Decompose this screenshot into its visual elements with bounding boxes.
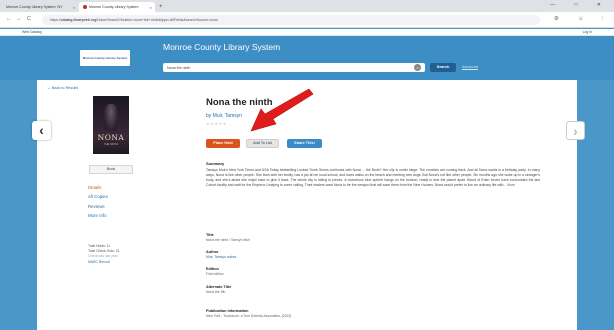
search-input[interactable]	[163, 63, 425, 72]
browser-tab-1[interactable]: Monroe County Library System, NY ×	[2, 2, 78, 12]
tab-title: Monroe County Library System, NY	[6, 5, 63, 9]
field-value: Nona the ninth / Tamsyn Muir	[206, 237, 251, 242]
usage-stats: Total Holds: 11 Total Check Outs: 21 Che…	[88, 244, 119, 265]
back-arrow-icon[interactable]: ←	[6, 16, 12, 22]
summary-section: Summary Tamsyn Muir's New York Times and…	[206, 161, 540, 188]
window-controls[interactable]: — □ ✕	[550, 2, 610, 8]
share-button[interactable]: Share This!	[287, 139, 322, 148]
browser-tab-bar: Monroe County Library System, NY × Monro…	[0, 0, 614, 12]
address-bar: ← → C https://catalog.libraryweb.org/Uni…	[0, 12, 614, 28]
book-cover[interactable]: NONA THE NINTH	[93, 96, 129, 154]
library-logo[interactable]: Monroe County Library System	[80, 50, 130, 66]
site-header: Monroe County Library System Monroe Coun…	[0, 36, 614, 80]
summary-heading: Summary	[206, 161, 225, 166]
field-label: Alternate Title	[206, 285, 232, 289]
close-tab-icon[interactable]: ×	[150, 5, 152, 10]
close-tab-icon[interactable]: ×	[73, 5, 75, 10]
favicon-icon	[83, 5, 87, 9]
field-label: Author	[206, 250, 219, 254]
advanced-search-link[interactable]: Advanced	[462, 65, 478, 69]
rating-stars[interactable]: ★★★★★	[206, 121, 227, 126]
add-to-list-button[interactable]: Add To List	[246, 139, 279, 148]
record-side-nav: Details All Copies Reviews More Info	[88, 185, 108, 222]
field-value: First edition	[206, 271, 224, 276]
field-author: Author Muir, Tamsyn author	[206, 250, 236, 259]
format-button[interactable]: Book	[89, 165, 133, 174]
forward-arrow-icon[interactable]: →	[16, 16, 22, 22]
search-button[interactable]: Search	[430, 63, 456, 72]
marc-record-link[interactable]: MARC Record	[88, 260, 119, 265]
field-alternate-title: Alternate Title Nona the 9th	[206, 285, 231, 294]
extensions-icon[interactable]: ⚙	[554, 16, 559, 22]
cover-figure	[104, 104, 118, 131]
bookmark-web-catalog[interactable]: Web Catalog	[22, 30, 42, 34]
nav-all-copies[interactable]: All Copies	[88, 194, 108, 199]
new-tab-button[interactable]: +	[156, 4, 167, 12]
profile-icon[interactable]: ☺	[578, 16, 584, 22]
url-path: /Union/Search?lookfor=nona+the+ninth&typ…	[95, 18, 218, 22]
url-domain: catalog.libraryweb.org	[60, 18, 96, 22]
reload-icon[interactable]: C	[27, 16, 31, 22]
previous-record-button[interactable]: ‹	[32, 121, 51, 140]
cover-subtitle: THE NINTH	[104, 143, 118, 146]
field-label: Title	[206, 233, 214, 237]
stats-subtext: Checkouts last year	[88, 254, 118, 259]
tab-title: Monroe County Library System	[89, 5, 139, 9]
back-to-results-link[interactable]: ← Back to Results	[47, 86, 78, 90]
field-label: Publication Information	[206, 309, 249, 313]
field-value-link[interactable]: Muir, Tamsyn author	[206, 255, 236, 259]
field-value: Nona the 9th	[206, 289, 226, 294]
field-publication-info: Publication Information New York : Tordo…	[206, 309, 291, 318]
annotation-arrow-icon	[250, 88, 314, 132]
field-value: New York : Tordotcom, a Tom Doherty Asso…	[206, 313, 292, 318]
author-link[interactable]: by Muir, Tamsyn	[206, 113, 242, 119]
field-edition: Edition First edition	[206, 267, 224, 276]
menu-icon[interactable]: ⋮	[600, 16, 606, 22]
next-record-button[interactable]: ›	[566, 121, 585, 140]
login-link[interactable]: Log In	[583, 30, 592, 34]
field-label: Edition	[206, 267, 219, 271]
summary-more-link[interactable]: More	[507, 183, 515, 187]
summary-text: Tamsyn Muir's New York Times and USA Tod…	[206, 168, 540, 188]
nav-reviews[interactable]: Reviews	[88, 204, 108, 209]
cover-title: NONA	[97, 133, 125, 142]
field-title: Title Nona the ninth / Tamsyn Muir	[206, 233, 250, 242]
url-field[interactable]: https://catalog.libraryweb.org/Union/Sea…	[42, 15, 540, 25]
nav-more-info[interactable]: More Info	[88, 213, 108, 218]
place-hold-button[interactable]: Place Hold	[206, 139, 240, 148]
nav-details[interactable]: Details	[88, 185, 108, 190]
bookmarks-bar: Web Catalog Log In	[0, 29, 614, 36]
browser-tab-2[interactable]: Monroe County Library System ×	[79, 2, 155, 12]
url-prefix: https://	[50, 18, 61, 22]
clear-search-icon[interactable]: ×	[414, 64, 421, 71]
site-title: Monroe County Library System	[163, 42, 281, 52]
